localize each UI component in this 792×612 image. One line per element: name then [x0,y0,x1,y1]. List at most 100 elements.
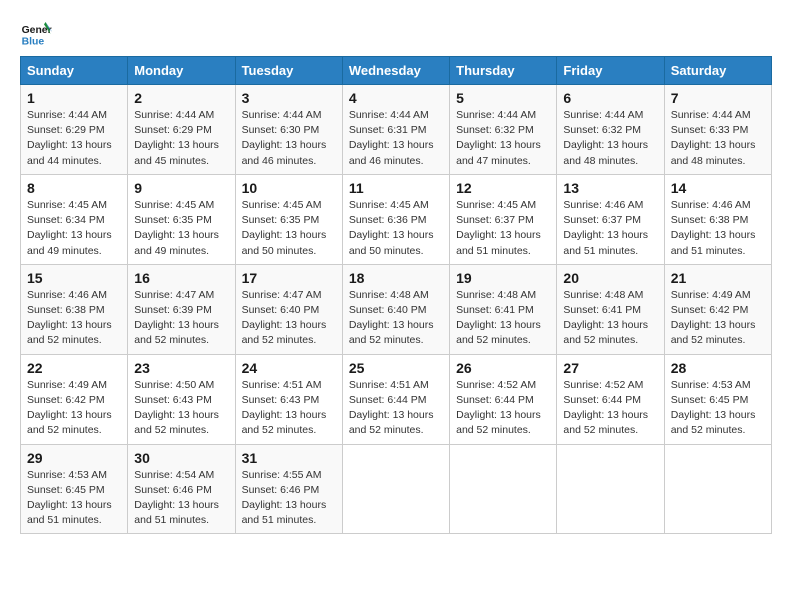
day-info: Sunrise: 4:48 AM Sunset: 6:41 PM Dayligh… [456,288,550,349]
calendar-cell: 21 Sunrise: 4:49 AM Sunset: 6:42 PM Dayli… [664,264,771,354]
day-number: 5 [456,90,550,106]
day-number: 16 [134,270,228,286]
day-number: 26 [456,360,550,376]
day-info: Sunrise: 4:55 AM Sunset: 6:46 PM Dayligh… [242,468,336,529]
day-info: Sunrise: 4:46 AM Sunset: 6:38 PM Dayligh… [27,288,121,349]
calendar-cell [342,444,449,534]
day-number: 30 [134,450,228,466]
calendar-header: SundayMondayTuesdayWednesdayThursdayFrid… [21,57,772,85]
calendar-cell [557,444,664,534]
calendar-cell: 30 Sunrise: 4:54 AM Sunset: 6:46 PM Dayli… [128,444,235,534]
calendar-cell: 18 Sunrise: 4:48 AM Sunset: 6:40 PM Dayli… [342,264,449,354]
day-number: 2 [134,90,228,106]
day-number: 17 [242,270,336,286]
calendar-cell: 11 Sunrise: 4:45 AM Sunset: 6:36 PM Dayli… [342,174,449,264]
calendar-cell: 6 Sunrise: 4:44 AM Sunset: 6:32 PM Daylig… [557,85,664,175]
day-info: Sunrise: 4:53 AM Sunset: 6:45 PM Dayligh… [27,468,121,529]
day-info: Sunrise: 4:54 AM Sunset: 6:46 PM Dayligh… [134,468,228,529]
calendar-week-5: 29 Sunrise: 4:53 AM Sunset: 6:45 PM Dayli… [21,444,772,534]
day-info: Sunrise: 4:52 AM Sunset: 6:44 PM Dayligh… [456,378,550,439]
calendar-cell: 28Sunrise: 4:53 AM Sunset: 6:45 PM Dayli… [664,354,771,444]
day-info: Sunrise: 4:44 AM Sunset: 6:30 PM Dayligh… [242,108,336,169]
day-number: 19 [456,270,550,286]
day-number: 1 [27,90,121,106]
day-info: Sunrise: 4:51 AM Sunset: 6:43 PM Dayligh… [242,378,336,439]
calendar-cell: 4 Sunrise: 4:44 AM Sunset: 6:31 PM Daylig… [342,85,449,175]
calendar-week-1: 1 Sunrise: 4:44 AM Sunset: 6:29 PM Daylig… [21,85,772,175]
calendar-cell: 17 Sunrise: 4:47 AM Sunset: 6:40 PM Dayli… [235,264,342,354]
calendar-cell: 13Sunrise: 4:46 AM Sunset: 6:37 PM Dayli… [557,174,664,264]
day-number: 9 [134,180,228,196]
day-number: 11 [349,180,443,196]
calendar-cell: 15 Sunrise: 4:46 AM Sunset: 6:38 PM Dayli… [21,264,128,354]
day-info: Sunrise: 4:44 AM Sunset: 6:32 PM Dayligh… [456,108,550,169]
logo-icon: General Blue [20,20,52,48]
day-info: Sunrise: 4:45 AM Sunset: 6:36 PM Dayligh… [349,198,443,259]
day-number: 6 [563,90,657,106]
day-number: 13 [563,180,657,196]
calendar-cell: 16 Sunrise: 4:47 AM Sunset: 6:39 PM Dayli… [128,264,235,354]
day-number: 8 [27,180,121,196]
weekday-header-row: SundayMondayTuesdayWednesdayThursdayFrid… [21,57,772,85]
day-info: Sunrise: 4:45 AM Sunset: 6:34 PM Dayligh… [27,198,121,259]
calendar-cell: 22 Sunrise: 4:49 AM Sunset: 6:42 PM Dayli… [21,354,128,444]
day-info: Sunrise: 4:48 AM Sunset: 6:40 PM Dayligh… [349,288,443,349]
calendar-week-2: 8 Sunrise: 4:45 AM Sunset: 6:34 PM Daylig… [21,174,772,264]
day-info: Sunrise: 4:46 AM Sunset: 6:38 PM Dayligh… [671,198,765,259]
day-info: Sunrise: 4:44 AM Sunset: 6:29 PM Dayligh… [134,108,228,169]
day-info: Sunrise: 4:47 AM Sunset: 6:39 PM Dayligh… [134,288,228,349]
calendar-cell: 7 Sunrise: 4:44 AM Sunset: 6:33 PM Daylig… [664,85,771,175]
day-number: 15 [27,270,121,286]
calendar-cell: 10Sunrise: 4:45 AM Sunset: 6:35 PM Dayli… [235,174,342,264]
day-number: 29 [27,450,121,466]
day-info: Sunrise: 4:45 AM Sunset: 6:37 PM Dayligh… [456,198,550,259]
day-number: 21 [671,270,765,286]
calendar-table: SundayMondayTuesdayWednesdayThursdayFrid… [20,56,772,534]
calendar-cell: 27 Sunrise: 4:52 AM Sunset: 6:44 PM Dayli… [557,354,664,444]
calendar-cell: 9Sunrise: 4:45 AM Sunset: 6:35 PM Daylig… [128,174,235,264]
calendar-cell: 8 Sunrise: 4:45 AM Sunset: 6:34 PM Daylig… [21,174,128,264]
calendar-cell: 14 Sunrise: 4:46 AM Sunset: 6:38 PM Dayli… [664,174,771,264]
day-number: 4 [349,90,443,106]
day-number: 23 [134,360,228,376]
day-info: Sunrise: 4:44 AM Sunset: 6:31 PM Dayligh… [349,108,443,169]
day-number: 7 [671,90,765,106]
weekday-thursday: Thursday [450,57,557,85]
calendar-week-3: 15 Sunrise: 4:46 AM Sunset: 6:38 PM Dayli… [21,264,772,354]
calendar-cell: 12 Sunrise: 4:45 AM Sunset: 6:37 PM Dayli… [450,174,557,264]
day-info: Sunrise: 4:50 AM Sunset: 6:43 PM Dayligh… [134,378,228,439]
day-number: 18 [349,270,443,286]
calendar-cell: 31 Sunrise: 4:55 AM Sunset: 6:46 PM Dayli… [235,444,342,534]
day-number: 14 [671,180,765,196]
calendar-cell: 25Sunrise: 4:51 AM Sunset: 6:44 PM Dayli… [342,354,449,444]
weekday-sunday: Sunday [21,57,128,85]
page-header: General Blue [20,20,772,48]
day-info: Sunrise: 4:49 AM Sunset: 6:42 PM Dayligh… [671,288,765,349]
calendar-cell: 5 Sunrise: 4:44 AM Sunset: 6:32 PM Daylig… [450,85,557,175]
logo: General Blue [20,20,58,48]
day-number: 22 [27,360,121,376]
day-info: Sunrise: 4:47 AM Sunset: 6:40 PM Dayligh… [242,288,336,349]
calendar-cell: 20 Sunrise: 4:48 AM Sunset: 6:41 PM Dayli… [557,264,664,354]
day-info: Sunrise: 4:48 AM Sunset: 6:41 PM Dayligh… [563,288,657,349]
day-number: 31 [242,450,336,466]
day-info: Sunrise: 4:49 AM Sunset: 6:42 PM Dayligh… [27,378,121,439]
weekday-wednesday: Wednesday [342,57,449,85]
calendar-cell: 1Sunrise: 4:44 AM Sunset: 6:29 PM Daylig… [21,85,128,175]
day-info: Sunrise: 4:52 AM Sunset: 6:44 PM Dayligh… [563,378,657,439]
day-info: Sunrise: 4:44 AM Sunset: 6:33 PM Dayligh… [671,108,765,169]
day-number: 28 [671,360,765,376]
day-number: 12 [456,180,550,196]
day-number: 24 [242,360,336,376]
weekday-tuesday: Tuesday [235,57,342,85]
day-number: 3 [242,90,336,106]
weekday-saturday: Saturday [664,57,771,85]
day-number: 20 [563,270,657,286]
calendar-cell [450,444,557,534]
day-info: Sunrise: 4:44 AM Sunset: 6:32 PM Dayligh… [563,108,657,169]
calendar-body: 1 Sunrise: 4:44 AM Sunset: 6:29 PM Daylig… [21,85,772,534]
day-number: 27 [563,360,657,376]
calendar-cell: 23 Sunrise: 4:50 AM Sunset: 6:43 PM Dayli… [128,354,235,444]
calendar-cell: 3 Sunrise: 4:44 AM Sunset: 6:30 PM Daylig… [235,85,342,175]
calendar-cell: 2 Sunrise: 4:44 AM Sunset: 6:29 PM Daylig… [128,85,235,175]
